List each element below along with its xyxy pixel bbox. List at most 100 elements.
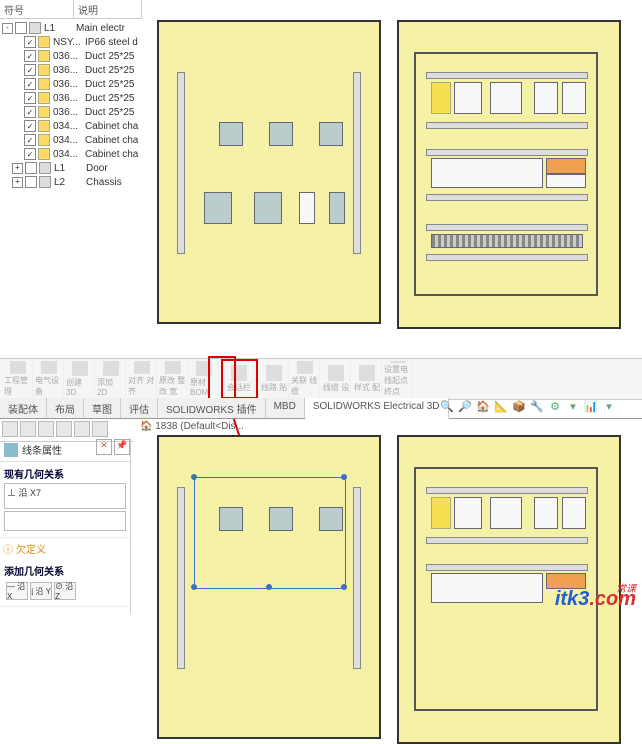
view-tool-icon[interactable]: 🔎 xyxy=(458,399,472,413)
view-tool-icon[interactable]: 📦 xyxy=(512,399,526,413)
mgr-tab-icon[interactable] xyxy=(56,421,72,437)
ribbon-button[interactable]: 关联 线缆 xyxy=(291,361,320,397)
tree-symbol: NSY... xyxy=(53,37,85,48)
mgr-tab-icon[interactable] xyxy=(92,421,108,437)
viewport-top[interactable] xyxy=(142,0,642,340)
ribbon-button[interactable]: 对齐 对齐 xyxy=(128,361,157,397)
component xyxy=(219,122,243,146)
tree-symbol: 036... xyxy=(53,107,85,118)
checkbox[interactable] xyxy=(24,36,36,48)
view-tool-icon[interactable]: 🔍 xyxy=(440,399,454,413)
view-tool-icon[interactable]: ▾ xyxy=(602,399,616,413)
tree-symbol: 034... xyxy=(53,121,85,132)
tree-list[interactable]: -L1Main electrNSY...IP66 steel d036...Du… xyxy=(0,19,142,191)
feature-tree-panel: 符号 说明 -L1Main electrNSY...IP66 steel d03… xyxy=(0,0,143,340)
relation-button[interactable]: | 沿 Y xyxy=(30,582,52,600)
view-tool-icon[interactable]: 🏠 xyxy=(476,399,490,413)
info-icon: ⓘ xyxy=(3,541,13,556)
tree-row[interactable]: 034...Cabinet cha xyxy=(0,119,142,133)
mgr-tab-icon[interactable] xyxy=(20,421,36,437)
mounting-panel xyxy=(414,52,598,296)
cabinet-door xyxy=(157,435,381,739)
sketch-rectangle[interactable] xyxy=(194,477,346,589)
checkbox[interactable] xyxy=(24,78,36,90)
ribbon-button[interactable]: 电气设备 xyxy=(35,361,64,397)
ribbon-button[interactable]: 线缆 设 xyxy=(322,361,351,397)
tree-row[interactable]: 036...Duct 25*25 xyxy=(0,91,142,105)
relation-list-empty[interactable] xyxy=(4,511,126,531)
tree-desc: Duct 25*25 xyxy=(85,65,140,76)
expand-icon[interactable]: + xyxy=(12,177,23,188)
document-label[interactable]: 🏠 1838 (Default<Dis... xyxy=(140,421,244,432)
tree-symbol: 036... xyxy=(53,65,85,76)
component xyxy=(269,122,293,146)
tab-草图[interactable]: 草图 xyxy=(84,398,121,418)
viewport-bottom[interactable] xyxy=(142,445,642,645)
relation-list[interactable]: ⊥ 沿 X7 xyxy=(4,483,126,509)
tree-row[interactable]: +L2Chassis xyxy=(0,175,142,189)
tab-mbd[interactable]: MBD xyxy=(266,398,305,418)
view-tool-icon[interactable]: 📊 xyxy=(584,399,598,413)
tree-row[interactable]: -L1Main electr xyxy=(0,21,142,35)
mgr-tab-icon[interactable] xyxy=(38,421,54,437)
ribbon-button[interactable]: 添加 2D xyxy=(97,361,126,397)
checkbox[interactable] xyxy=(24,50,36,62)
view-tool-icon[interactable]: ⚙ xyxy=(548,399,562,413)
ribbon-icon xyxy=(103,361,119,376)
view-tool-icon[interactable]: ▾ xyxy=(566,399,580,413)
tab-装配体[interactable]: 装配体 xyxy=(0,398,47,418)
highlight-box xyxy=(208,356,236,400)
relation-button[interactable]: ⊘ 沿 Z xyxy=(54,582,76,600)
ribbon-icon xyxy=(10,361,26,374)
checkbox[interactable] xyxy=(24,148,36,160)
checkbox[interactable] xyxy=(15,22,27,34)
mgr-tab-icon[interactable] xyxy=(74,421,90,437)
item-icon xyxy=(38,50,50,62)
item-icon xyxy=(38,92,50,104)
rail-vertical xyxy=(177,72,185,254)
checkbox[interactable] xyxy=(25,176,37,188)
tree-desc: Duct 25*25 xyxy=(85,107,140,118)
checkbox[interactable] xyxy=(24,106,36,118)
ribbon-button[interactable]: 设置电线起点终点 xyxy=(384,361,413,397)
item-icon xyxy=(38,106,50,118)
sketch-point[interactable] xyxy=(191,584,197,590)
checkbox[interactable] xyxy=(24,92,36,104)
ribbon-button[interactable]: 线路 贴 xyxy=(260,361,289,397)
tree-row[interactable]: 034...Cabinet cha xyxy=(0,133,142,147)
sketch-point[interactable] xyxy=(341,584,347,590)
sketch-point[interactable] xyxy=(266,584,272,590)
tree-symbol: 034... xyxy=(53,135,85,146)
expand-icon[interactable]: + xyxy=(12,163,23,174)
expand-icon[interactable]: - xyxy=(2,23,13,34)
ribbon-button[interactable]: 样式 配 xyxy=(353,361,382,397)
ribbon-button[interactable]: 创建 3D xyxy=(66,361,95,397)
mgr-tab-icon[interactable] xyxy=(2,421,18,437)
sketch-point[interactable] xyxy=(191,474,197,480)
sketch-point[interactable] xyxy=(341,474,347,480)
tab-评估[interactable]: 评估 xyxy=(121,398,158,418)
tree-row[interactable]: 036...Duct 25*25 xyxy=(0,49,142,63)
ribbon-button[interactable]: 工程管理 xyxy=(4,361,33,397)
tree-row[interactable]: +L1Door xyxy=(0,161,142,175)
item-icon xyxy=(38,36,50,48)
checkbox[interactable] xyxy=(24,64,36,76)
watermark-logo: 常课 itk3.com xyxy=(555,588,636,611)
ribbon-button[interactable]: 原改 整改 宽 xyxy=(159,361,188,397)
tree-row[interactable]: 036...Duct 25*25 xyxy=(0,63,142,77)
tab-solidworks-插件[interactable]: SOLIDWORKS 插件 xyxy=(158,398,266,418)
view-tool-icon[interactable]: 🔧 xyxy=(530,399,544,413)
checkbox[interactable] xyxy=(24,120,36,132)
checkbox[interactable] xyxy=(24,134,36,146)
tab-布局[interactable]: 布局 xyxy=(47,398,84,418)
checkbox[interactable] xyxy=(25,162,37,174)
view-tool-icon[interactable]: 📐 xyxy=(494,399,508,413)
relation-button[interactable]: — 沿 X xyxy=(6,582,28,600)
tree-row[interactable]: NSY...IP66 steel d xyxy=(0,35,142,49)
property-title: 线条属性 xyxy=(22,442,62,457)
tab-solidworks-electrical-3d[interactable]: SOLIDWORKS Electrical 3D xyxy=(305,398,449,419)
tree-row[interactable]: 034...Cabinet cha xyxy=(0,147,142,161)
component xyxy=(329,192,345,224)
tree-row[interactable]: 036...Duct 25*25 xyxy=(0,105,142,119)
tree-row[interactable]: 036...Duct 25*25 xyxy=(0,77,142,91)
